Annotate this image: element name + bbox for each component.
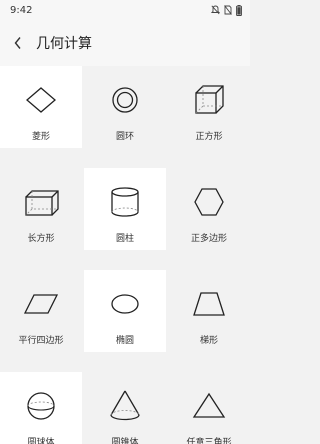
back-button[interactable] xyxy=(0,20,36,66)
notifications-off-icon xyxy=(211,5,220,15)
grid-item-trapezoid[interactable]: 梯形 xyxy=(168,270,250,352)
status-icons xyxy=(211,4,242,16)
grid-item-cuboid[interactable]: 长方形 xyxy=(0,168,82,250)
grid-item-label: 梯形 xyxy=(199,336,218,346)
app-bar: 几何计算 xyxy=(0,20,250,66)
trapezoid-icon xyxy=(187,282,231,326)
back-arrow-icon xyxy=(14,37,21,49)
cube-icon xyxy=(187,78,231,122)
grid-item-annulus[interactable]: 圆环 xyxy=(84,66,166,148)
grid-item-cone[interactable]: 圆锥体 xyxy=(84,372,166,444)
no-sim-icon xyxy=(224,5,232,15)
grid-item-any-triangle[interactable]: 任意三角形 xyxy=(168,372,250,444)
grid-item-label: 正方形 xyxy=(195,132,223,142)
grid-item-label: 任意三角形 xyxy=(186,438,232,444)
cuboid-icon xyxy=(19,180,63,224)
status-bar: 9:42 xyxy=(0,0,250,20)
hexagon-icon xyxy=(187,180,231,224)
grid-item-label: 圆球体 xyxy=(27,438,55,444)
ellipse-icon xyxy=(103,282,147,326)
sphere-icon xyxy=(19,384,63,428)
grid-item-sphere[interactable]: 圆球体 xyxy=(0,372,82,444)
cylinder-icon xyxy=(103,180,147,224)
triangle-icon xyxy=(187,384,231,428)
grid-item-parallelogram[interactable]: 平行四边形 xyxy=(0,270,82,352)
rhombus-icon xyxy=(19,78,63,122)
grid-item-label: 圆环 xyxy=(115,132,134,142)
status-time: 9:42 xyxy=(10,4,33,16)
grid-item-cube[interactable]: 正方形 xyxy=(168,66,250,148)
grid-item-label: 椭圆 xyxy=(115,336,134,346)
cone-icon xyxy=(103,384,147,428)
grid-item-label: 圆锥体 xyxy=(111,438,139,444)
parallelogram-icon xyxy=(19,282,63,326)
grid-item-cylinder[interactable]: 圆柱 xyxy=(84,168,166,250)
battery-icon xyxy=(236,4,242,16)
grid-item-label: 菱形 xyxy=(31,132,50,142)
page-title: 几何计算 xyxy=(36,36,92,52)
grid-item-label: 平行四边形 xyxy=(18,336,64,346)
grid-item-label: 长方形 xyxy=(27,234,55,244)
grid-item-label: 正多边形 xyxy=(190,234,227,244)
grid-item-ellipse[interactable]: 椭圆 xyxy=(84,270,166,352)
shape-grid: 菱形 圆环 正方形 长方形 圆柱 正多边形 平行四边形 椭圆 梯形 圆球体 圆锥… xyxy=(0,66,250,444)
grid-item-label: 圆柱 xyxy=(115,234,134,244)
grid-item-rhombus[interactable]: 菱形 xyxy=(0,66,82,148)
grid-item-regular-polygon[interactable]: 正多边形 xyxy=(168,168,250,250)
annulus-icon xyxy=(103,78,147,122)
